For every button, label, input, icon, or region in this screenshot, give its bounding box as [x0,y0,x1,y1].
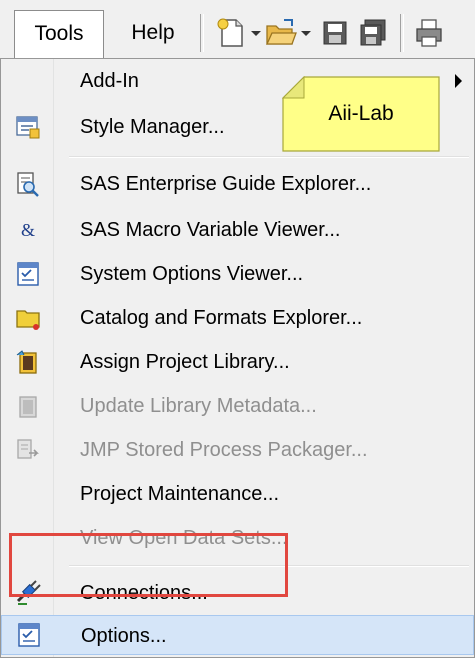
options-icon [16,622,42,648]
menu-item-label: Style Manager... [80,116,225,138]
menu-item-label: System Options Viewer... [80,263,304,285]
explorer-icon [15,171,41,197]
menu-item-system-options-viewer[interactable]: System Options Viewer... [1,253,474,295]
menu-item-options[interactable]: Options... [1,615,474,655]
style-manager-icon [15,114,41,140]
sticky-note-text: Aii-Lab [328,102,394,125]
menu-bar: Tools Help [0,0,475,61]
menu-item-label: SAS Enterprise Guide Explorer... [80,173,372,195]
menu-item-jmp-stored-process-packager: JMP Stored Process Packager... [1,429,474,471]
menu-item-label: Project Maintenance... [80,483,279,505]
menu-tools[interactable]: Tools [14,10,104,58]
menu-item-label: Add-In [80,70,139,92]
menu-item-project-maintenance[interactable]: Project Maintenance... [1,473,474,515]
menu-item-catalog-formats-explorer[interactable]: Catalog and Formats Explorer... [1,297,474,339]
menu-item-assign-project-library[interactable]: Assign Project Library... [1,341,474,383]
ampersand-icon: & [15,217,41,243]
open-folder-icon[interactable] [264,16,298,50]
highlight-annotation-box [9,533,288,597]
menu-help[interactable]: Help [118,10,188,58]
options-viewer-icon [15,261,41,287]
menu-item-label: Catalog and Formats Explorer... [80,307,363,329]
menu-separator [69,156,469,158]
menu-item-label: Options... [81,625,167,647]
menu-item-update-library-metadata: Update Library Metadata... [1,385,474,427]
new-document-icon[interactable] [214,16,248,50]
library-metadata-icon [15,393,41,419]
menu-item-label: Update Library Metadata... [80,395,317,417]
library-icon [15,349,41,375]
toolbar-separator [200,14,204,52]
packager-icon [15,437,41,463]
open-dropdown-arrow[interactable] [301,31,311,36]
menu-item-label: Assign Project Library... [80,351,290,373]
menu-item-eg-explorer[interactable]: SAS Enterprise Guide Explorer... [1,163,474,205]
print-icon[interactable] [412,16,446,50]
menu-item-label: SAS Macro Variable Viewer... [80,219,341,241]
save-icon[interactable] [318,16,352,50]
menu-item-label: JMP Stored Process Packager... [80,439,368,461]
sticky-note: Aii-Lab [282,76,440,152]
toolbar-separator [400,14,404,52]
menu-item-macro-variable-viewer[interactable]: & SAS Macro Variable Viewer... [1,209,474,251]
save-all-icon[interactable] [356,16,390,50]
new-dropdown-arrow[interactable] [251,31,261,36]
svg-text:&: & [21,220,35,240]
submenu-arrow-icon [455,74,462,88]
folder-icon [15,305,41,331]
